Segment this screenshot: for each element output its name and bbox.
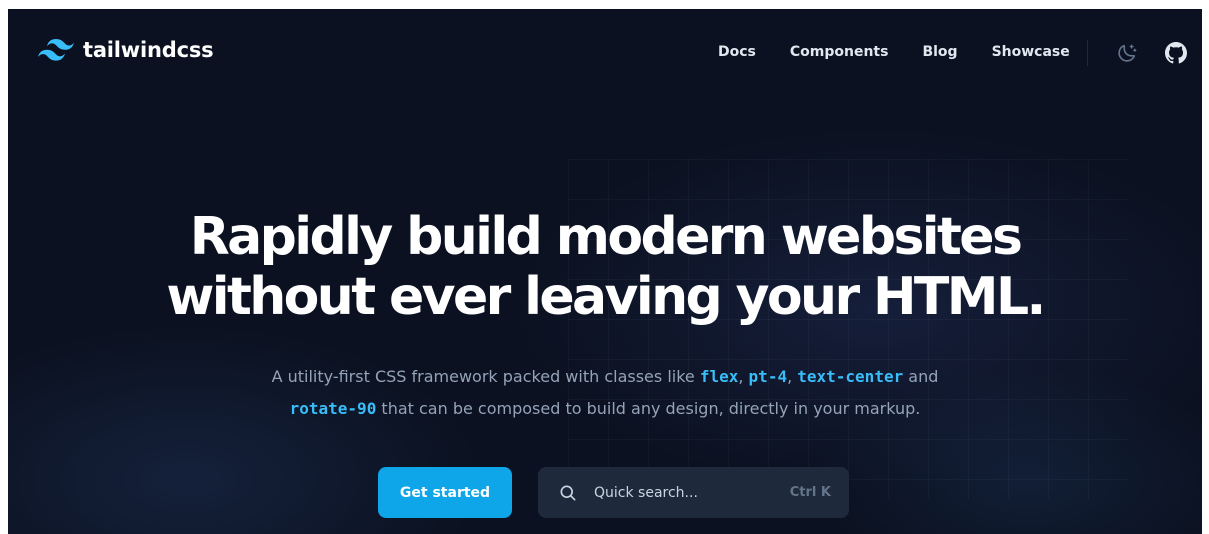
site-header: tailwindcss Docs Components Blog Showcas… xyxy=(8,9,1202,97)
search-placeholder: Quick search... xyxy=(594,484,698,501)
hero-title: Rapidly build modern websites without ev… xyxy=(8,207,1202,327)
search-icon xyxy=(560,485,576,500)
get-started-button[interactable]: Get started xyxy=(378,467,512,518)
nav-link-components[interactable]: Components xyxy=(790,43,889,61)
nav-link-blog[interactable]: Blog xyxy=(922,43,957,61)
subtitle-text: that can be composed to build any design… xyxy=(376,399,921,418)
subtitle-text: , xyxy=(787,367,798,386)
nav-link-docs[interactable]: Docs xyxy=(718,43,756,61)
hero-title-line-2: without ever leaving your HTML. xyxy=(166,267,1046,327)
subtitle-text: , xyxy=(738,367,749,386)
subtitle-text: and xyxy=(903,367,939,386)
github-link[interactable] xyxy=(1164,41,1188,65)
github-icon xyxy=(1165,42,1187,64)
header-divider xyxy=(1087,40,1088,66)
code-text-center: text-center xyxy=(797,367,904,386)
logo-link[interactable]: tailwindcss xyxy=(38,38,214,62)
page: tailwindcss Docs Components Blog Showcas… xyxy=(8,9,1202,534)
hero-subtitle: A utility-first CSS framework packed wit… xyxy=(188,361,1022,425)
moon-icon xyxy=(1118,44,1137,62)
code-rotate-90: rotate-90 xyxy=(289,399,377,418)
hero-subtitle-line-1: A utility-first CSS framework packed wit… xyxy=(188,361,1022,393)
hero-title-line-1: Rapidly build modern websites xyxy=(189,207,1023,267)
main-nav: Docs Components Blog Showcase xyxy=(718,43,1070,61)
search-shortcut-hint: Ctrl K xyxy=(789,485,831,500)
logo-text: tailwindcss xyxy=(83,38,214,62)
code-flex: flex xyxy=(699,367,739,386)
quick-search-button[interactable]: Quick search... Ctrl K xyxy=(538,467,849,518)
tailwind-logo-icon xyxy=(38,39,74,61)
code-pt-4: pt-4 xyxy=(748,367,788,386)
hero-subtitle-line-2: rotate-90 that can be composed to build … xyxy=(188,393,1022,425)
nav-link-showcase[interactable]: Showcase xyxy=(992,43,1070,61)
theme-toggle-button[interactable] xyxy=(1115,41,1139,65)
subtitle-text: A utility-first CSS framework packed wit… xyxy=(271,367,700,386)
